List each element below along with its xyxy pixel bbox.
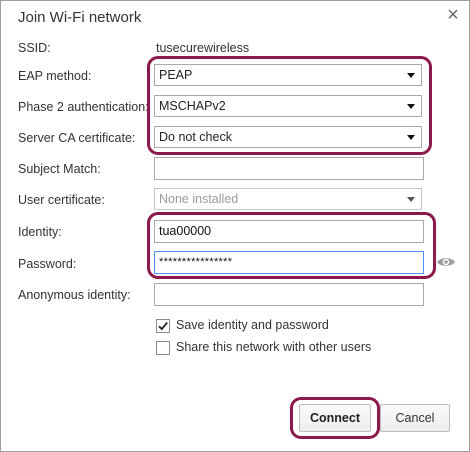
connect-button[interactable]: Connect xyxy=(299,404,371,432)
server-ca-select[interactable]: Do not check xyxy=(154,126,422,148)
chevron-down-icon xyxy=(407,135,415,140)
ssid-label: SSID: xyxy=(18,41,51,55)
server-ca-value: Do not check xyxy=(159,130,232,144)
join-wifi-dialog: Join Wi-Fi network × SSID: tusecurewirel… xyxy=(0,0,470,452)
chevron-down-icon xyxy=(407,197,415,202)
cancel-button[interactable]: Cancel xyxy=(380,404,450,432)
identity-label: Identity: xyxy=(18,225,62,239)
eap-method-select[interactable]: PEAP xyxy=(154,64,422,86)
eap-method-value: PEAP xyxy=(159,68,193,82)
ssid-value: tusecurewireless xyxy=(156,41,250,55)
subject-match-label: Subject Match: xyxy=(18,162,101,176)
user-cert-label: User certificate: xyxy=(18,193,105,207)
phase2-auth-label: Phase 2 authentication: xyxy=(18,100,149,114)
phase2-auth-value: MSCHAPv2 xyxy=(159,99,226,113)
close-icon[interactable]: × xyxy=(442,4,464,26)
user-cert-select: None installed xyxy=(154,188,422,210)
save-identity-checkbox[interactable] xyxy=(156,319,170,333)
subject-match-input[interactable] xyxy=(154,157,424,180)
share-network-label: Share this network with other users xyxy=(176,340,372,354)
share-network-checkbox[interactable] xyxy=(156,341,170,355)
password-input[interactable]: **************** xyxy=(154,251,424,274)
user-cert-value: None installed xyxy=(159,192,239,206)
identity-input[interactable]: tua00000 xyxy=(154,220,424,243)
eap-method-label: EAP method: xyxy=(18,69,92,83)
chevron-down-icon xyxy=(407,104,415,109)
server-ca-label: Server CA certificate: xyxy=(18,131,136,145)
eye-icon[interactable] xyxy=(436,256,456,268)
anonymous-identity-input[interactable] xyxy=(154,283,424,306)
anonymous-identity-label: Anonymous identity: xyxy=(18,288,131,302)
chevron-down-icon xyxy=(407,73,415,78)
phase2-auth-select[interactable]: MSCHAPv2 xyxy=(154,95,422,117)
checkmark-icon xyxy=(158,322,168,331)
save-identity-label: Save identity and password xyxy=(176,318,329,332)
password-label: Password: xyxy=(18,257,77,271)
dialog-title: Join Wi-Fi network xyxy=(18,9,142,26)
